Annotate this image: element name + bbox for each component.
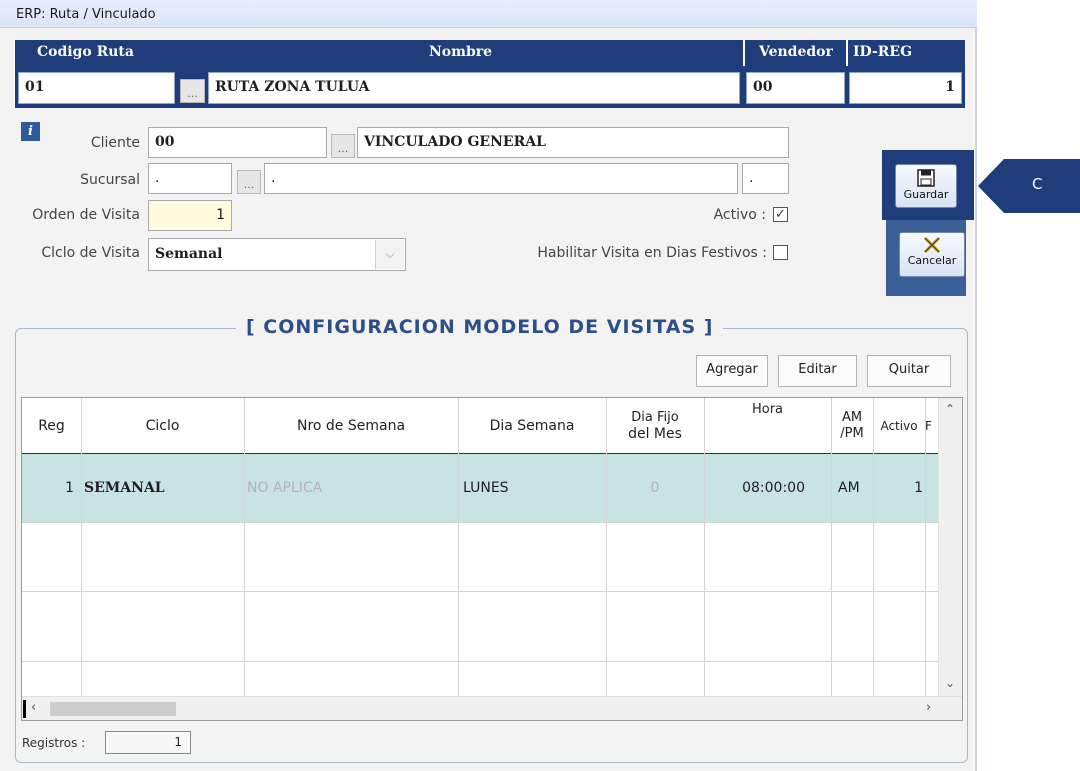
grid-line	[704, 398, 705, 696]
col-ampm-header[interactable]: AM /PM	[831, 398, 873, 454]
erp-window: ERP: Ruta / Vinculado Codigo Ruta Nombre…	[0, 0, 977, 771]
activo-checkbox[interactable]: ✓	[773, 207, 788, 222]
ampm-line2: /PM	[840, 426, 864, 441]
orden-visita-label: Orden de Visita	[32, 207, 140, 223]
scroll-up-icon[interactable]: ⌃	[945, 402, 955, 416]
cancelar-button[interactable]: Cancelar	[899, 232, 965, 277]
guardar-label: Guardar	[903, 188, 949, 201]
grid-line	[458, 398, 459, 696]
chevron-down-icon[interactable]: ⌵	[375, 240, 404, 269]
callout-arrow-icon	[978, 159, 1080, 213]
id-reg-header: ID-REG	[853, 44, 913, 60]
codigo-ruta-field[interactable]: 01	[18, 72, 175, 104]
sucursal-lookup-button[interactable]: ...	[237, 170, 261, 194]
group-title: [ CONFIGURACION MODELO DE VISITAS ]	[236, 314, 724, 344]
editar-button[interactable]: Editar	[778, 355, 857, 387]
scroll-home-marker	[23, 700, 26, 718]
registros-count: 1	[105, 731, 191, 754]
row-dia-fijo-cell: 0	[650, 480, 660, 496]
registros-label: Registros :	[22, 736, 86, 750]
col-activo-header[interactable]: Activo	[873, 398, 925, 454]
grid-line	[244, 398, 245, 696]
dia-fijo-line2: del Mes	[628, 426, 682, 442]
grid-line	[873, 398, 874, 696]
window-title: ERP: Ruta / Vinculado	[16, 7, 156, 22]
col-hora-header[interactable]: Hora	[704, 398, 831, 454]
grid-line	[81, 398, 82, 696]
nombre-ruta-field[interactable]: RUTA ZONA TULUA	[208, 72, 740, 104]
orden-visita-field[interactable]: 1	[148, 200, 232, 231]
row-reg-cell: 1	[65, 480, 74, 496]
cliente-code-field[interactable]: 00	[148, 127, 327, 158]
row-ciclo-cell: SEMANAL	[84, 480, 165, 496]
vendedor-header: Vendedor	[759, 44, 833, 60]
grid-line	[22, 661, 938, 662]
horizontal-scrollbar[interactable]: ‹ ›	[22, 696, 962, 720]
col-extra-header[interactable]: F	[925, 398, 938, 454]
col-dia-semana-header[interactable]: Dia Semana	[458, 398, 606, 454]
scroll-right-icon[interactable]: ›	[926, 700, 931, 715]
col-dia-fijo-header[interactable]: Dia Fijo del Mes	[606, 398, 704, 454]
cancelar-label: Cancelar	[907, 254, 957, 267]
quitar-button[interactable]: Quitar	[867, 355, 951, 387]
row-nro-semana-cell: NO APLICA	[247, 480, 323, 496]
sucursal-label: Sucursal	[80, 172, 140, 188]
ciclo-visita-label: Clclo de Visita	[41, 245, 140, 261]
ampm-line1: AM	[841, 410, 863, 425]
callout-label: C	[1032, 175, 1043, 193]
activo-label: Activo :	[713, 207, 766, 223]
scroll-thumb[interactable]	[50, 702, 176, 716]
info-icon[interactable]: i	[21, 122, 40, 141]
vendedor-field[interactable]: 00	[746, 72, 845, 104]
grid-line	[22, 522, 938, 523]
grid-line	[831, 398, 832, 696]
nombre-header: Nombre	[429, 44, 493, 60]
grid-line	[606, 398, 607, 696]
checkmark-icon: ✓	[775, 207, 786, 222]
row-ampm-cell: AM	[838, 480, 860, 496]
grid-line	[22, 591, 938, 592]
codigo-lookup-button[interactable]: ...	[180, 79, 205, 103]
cancel-icon	[923, 236, 941, 254]
scroll-down-icon[interactable]: ⌄	[945, 676, 955, 690]
sucursal-name-field[interactable]: .	[264, 163, 738, 194]
row-hora-cell: 08:00:00	[742, 480, 805, 496]
title-bar: ERP: Ruta / Vinculado	[0, 0, 977, 28]
row-dia-semana-cell: LUNES	[463, 480, 509, 496]
col-ciclo-header[interactable]: Ciclo	[81, 398, 244, 454]
cliente-lookup-button[interactable]: ...	[331, 134, 355, 158]
sucursal-code-field[interactable]: .	[148, 163, 232, 194]
codigo-ruta-header: Codigo Ruta	[37, 44, 134, 60]
vertical-scrollbar[interactable]: ⌃ ⌄	[938, 398, 962, 696]
header-separator	[175, 40, 177, 66]
save-icon	[917, 169, 935, 187]
ciclo-visita-select[interactable]: Semanal	[148, 238, 406, 271]
festivos-label: Habilitar Visita en Dias Festivos :	[537, 245, 767, 261]
festivos-checkbox[interactable]	[773, 245, 788, 260]
header-separator	[743, 40, 745, 66]
cliente-name-field[interactable]: VINCULADO GENERAL	[357, 127, 789, 158]
id-reg-field: 1	[849, 72, 962, 104]
route-header-row: Codigo Ruta Nombre Vendedor ID-REG	[15, 40, 965, 66]
row-activo-cell: 1	[914, 480, 923, 496]
sucursal-extra-field[interactable]: .	[742, 163, 789, 194]
agregar-button[interactable]: Agregar	[696, 355, 768, 387]
cliente-label: Cliente	[90, 135, 140, 151]
scroll-left-icon[interactable]: ‹	[31, 700, 36, 715]
header-separator	[846, 40, 848, 66]
guardar-button[interactable]: Guardar	[895, 164, 957, 208]
callout-marker: C	[978, 155, 1080, 217]
visits-grid: Reg Ciclo Nro de Semana Dia Semana Dia F…	[21, 397, 963, 721]
route-values-row: 01 ... RUTA ZONA TULUA 00 1	[15, 66, 965, 108]
col-nro-semana-header[interactable]: Nro de Semana	[244, 398, 458, 454]
dia-fijo-line1: Dia Fijo	[631, 410, 679, 425]
col-reg-header[interactable]: Reg	[22, 398, 81, 454]
grid-line	[925, 398, 926, 696]
